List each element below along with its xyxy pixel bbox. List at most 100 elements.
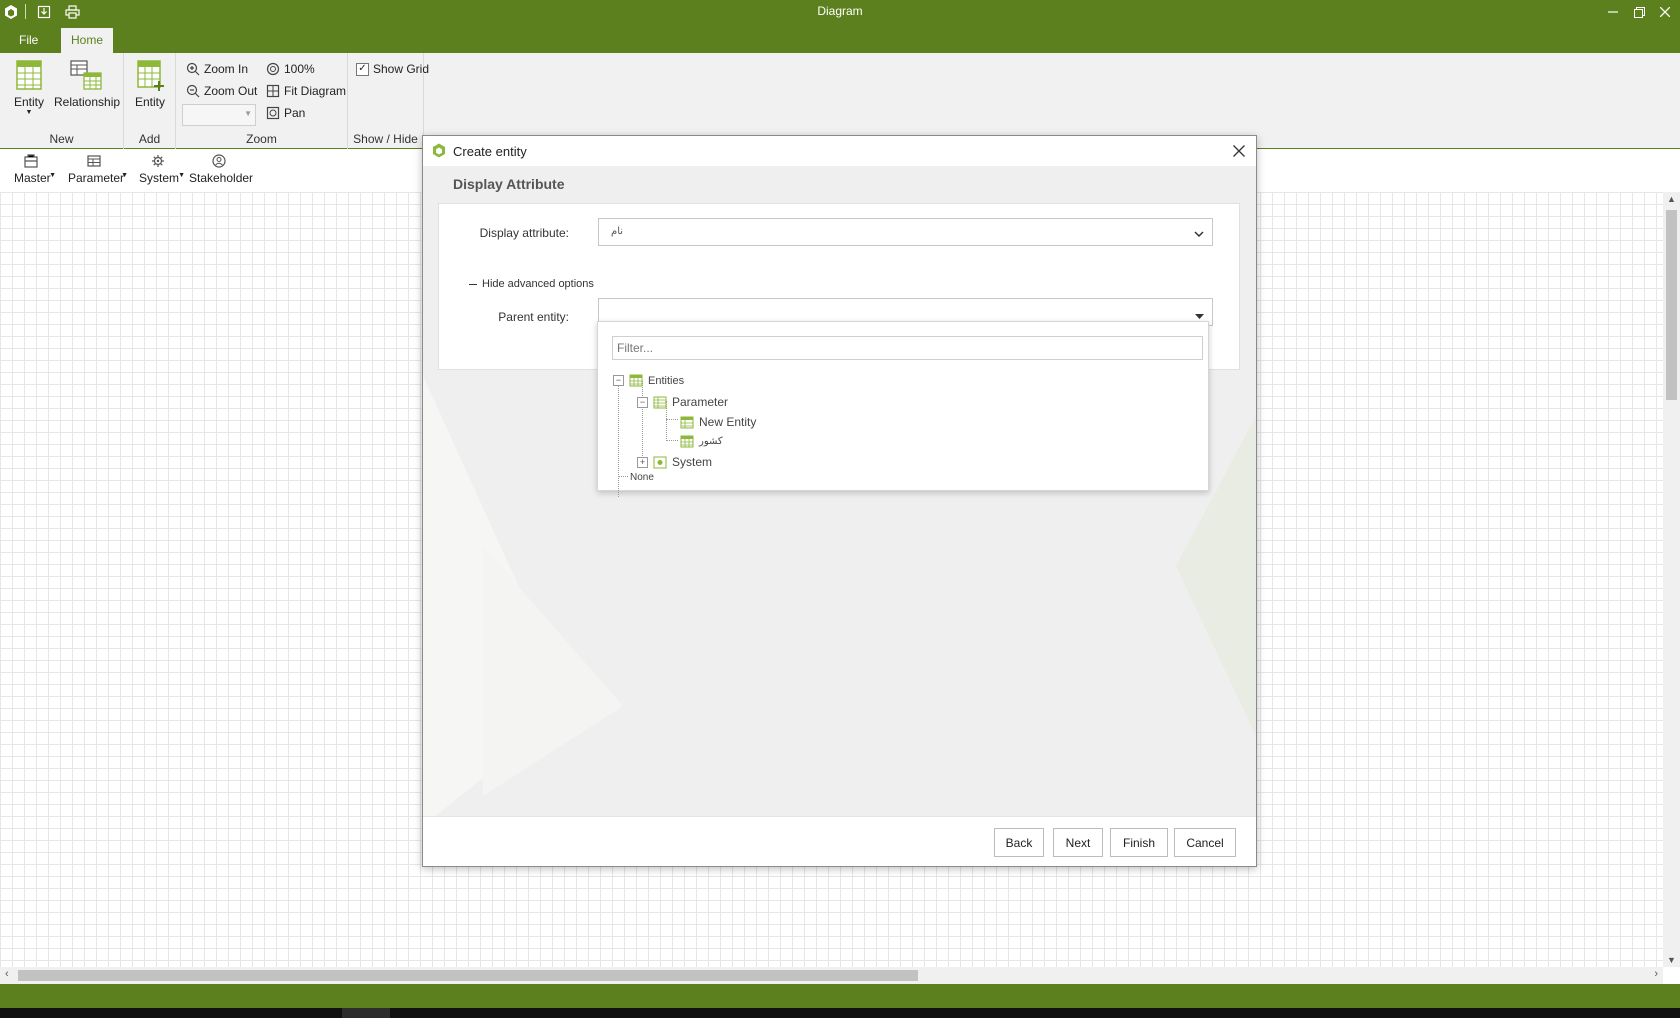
close-window-icon[interactable] (1652, 2, 1678, 22)
tree-connector (666, 419, 678, 420)
system-folder-icon (653, 456, 667, 468)
back-button[interactable]: Back (994, 828, 1044, 857)
parent-entity-label: Parent entity: (498, 310, 569, 324)
chevron-down-icon: ▼ (49, 172, 56, 179)
ribbon-group-zoom: Zoom In Zoom Out ▼ 100% Fit Diagram Pan … (176, 53, 348, 149)
entity-table-icon (680, 416, 694, 428)
tree-connector (666, 440, 678, 441)
tree-node-label: Parameter (672, 395, 729, 409)
pan-label: Pan (284, 106, 306, 120)
zoom-100-icon (266, 62, 280, 76)
ribbon-group-caption-show-hide: Show / Hide (353, 132, 418, 146)
entities-folder-icon (629, 374, 643, 387)
toolbox-system-label: System (139, 171, 180, 185)
tab-home[interactable]: Home (61, 28, 114, 53)
display-attribute-value: نام (611, 226, 624, 237)
chevron-down-icon: ▼ (178, 172, 185, 179)
chevron-down-icon: ▼ (121, 172, 128, 179)
close-icon[interactable] (1228, 140, 1250, 162)
minimize-icon[interactable] (1600, 2, 1626, 22)
new-entity-label: Entity (13, 95, 44, 109)
show-grid-checkbox[interactable]: ✓ Show Grid (356, 60, 429, 78)
chevron-down-icon (1194, 227, 1204, 241)
entity-table-icon (680, 435, 694, 448)
toolbox-master-label: Master (14, 171, 51, 185)
expand-icon[interactable]: + (637, 456, 648, 468)
hide-advanced-options-toggle[interactable]: Hide advanced options (469, 278, 594, 290)
parent-entity-dropdown: − Entities − Parameter New Entity کشور +… (597, 321, 1209, 497)
toolbox-stakeholder-label: Stakeholder (189, 171, 254, 185)
tree-node-label: Entities (648, 374, 685, 387)
dialog-title-bar: Create entity (423, 136, 1256, 166)
parameter-icon (87, 155, 101, 167)
tree-connector (618, 377, 619, 497)
zoom-level-combo[interactable]: ▼ (182, 104, 256, 126)
horizontal-scroll-thumb[interactable] (18, 970, 918, 981)
tree-node-system[interactable]: + System (637, 455, 712, 469)
stakeholder-icon (212, 154, 226, 168)
tree-node-none[interactable]: None (630, 472, 654, 483)
tree-filter-input[interactable] (612, 336, 1203, 360)
next-button[interactable]: Next (1053, 828, 1103, 857)
restore-icon[interactable] (1626, 2, 1652, 22)
cancel-button[interactable]: Cancel (1174, 828, 1236, 857)
os-taskbar (0, 1008, 1680, 1018)
fit-diagram-label: Fit Diagram (284, 84, 347, 98)
zoom-100-button[interactable]: 100% (266, 60, 315, 78)
tree-node-entities[interactable]: − Entities (613, 374, 684, 387)
collapse-icon[interactable]: − (637, 396, 648, 408)
dialog-body: Display Attribute Display attribute: نام… (423, 166, 1256, 816)
add-entity-icon (137, 60, 164, 91)
fit-diagram-icon (266, 84, 280, 98)
collapse-dash-icon (469, 283, 477, 285)
display-attribute-select[interactable]: نام (598, 218, 1213, 246)
master-icon (24, 154, 38, 168)
add-entity-label: Entity (134, 95, 165, 109)
vertical-scrollbar[interactable]: ▲ ▼ (1663, 192, 1680, 967)
title-bar: Diagram (0, 0, 1680, 24)
create-entity-dialog: Create entity Display Attribute Display … (422, 135, 1257, 867)
pan-button[interactable]: Pan (266, 104, 305, 122)
vertical-scroll-thumb[interactable] (1666, 210, 1677, 400)
zoom-in-button[interactable]: Zoom In (186, 60, 248, 78)
gear-icon (152, 155, 164, 167)
toolbox-item-parameter[interactable]: Parameter ▼ (68, 154, 128, 185)
finish-button[interactable]: Finish (1110, 828, 1168, 857)
tab-file[interactable]: File (9, 28, 48, 53)
ribbon-group-caption-zoom: Zoom (246, 132, 277, 146)
tree-node-country[interactable]: کشور (680, 435, 723, 448)
collapse-icon[interactable]: − (613, 375, 624, 386)
parameter-folder-icon (653, 396, 667, 408)
horizontal-scrollbar[interactable]: ‹ › (0, 967, 1663, 984)
chevron-down-icon: ▼ (25, 109, 33, 116)
scroll-down-icon[interactable]: ▼ (1663, 955, 1680, 965)
ribbon-group-show-hide: ✓ Show Grid Show / Hide (348, 53, 429, 149)
window-title: Diagram (817, 4, 863, 18)
zoom-out-icon (186, 84, 200, 98)
zoom-out-button[interactable]: Zoom Out (186, 82, 257, 100)
zoom-100-label: 100% (284, 62, 315, 76)
scroll-right-icon[interactable]: › (1654, 968, 1658, 980)
add-entity-button[interactable]: Entity (132, 59, 168, 109)
toolbox-item-master[interactable]: Master ▼ (14, 154, 56, 185)
toolbox-item-system[interactable]: System ▼ (139, 154, 185, 185)
entity-table-icon (16, 60, 42, 90)
background-decoration (483, 546, 623, 796)
scroll-left-icon[interactable]: ‹ (5, 968, 9, 980)
scroll-up-icon[interactable]: ▲ (1663, 194, 1680, 204)
pan-icon (266, 106, 280, 120)
app-logo-icon (432, 143, 446, 161)
checkmark-icon: ✓ (356, 62, 369, 76)
new-entity-button[interactable]: Entity ▼ (12, 59, 46, 117)
tree-node-label: کشور (699, 436, 723, 447)
tree-node-parameter[interactable]: − Parameter (637, 395, 728, 409)
ribbon-group-new: Entity ▼ Relationship New (0, 53, 124, 149)
tree-node-label: None (630, 472, 654, 483)
taskbar-active-app[interactable] (342, 1008, 390, 1018)
fit-diagram-button[interactable]: Fit Diagram (266, 82, 346, 100)
new-relationship-button[interactable]: Relationship (54, 59, 120, 109)
toolbox-item-stakeholder[interactable]: Stakeholder (189, 154, 253, 185)
tree-node-new-entity[interactable]: New Entity (680, 415, 756, 429)
dialog-title: Create entity (453, 144, 527, 159)
dialog-footer: Back Next Finish Cancel (423, 816, 1256, 866)
